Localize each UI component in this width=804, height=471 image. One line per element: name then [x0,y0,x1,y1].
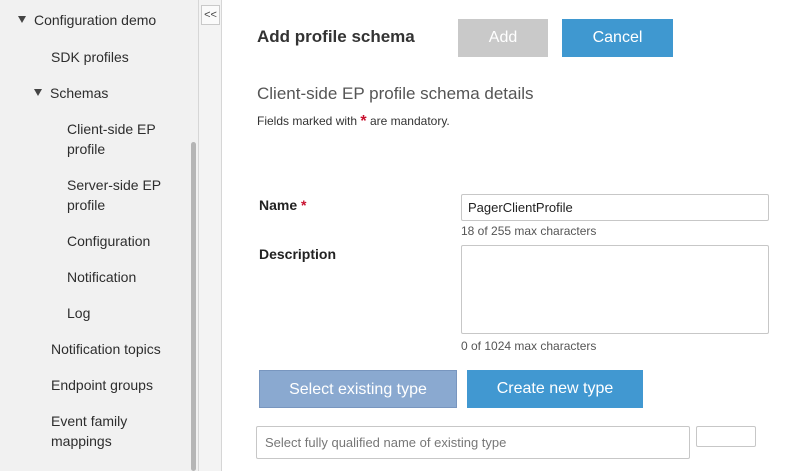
tree-item-configuration[interactable]: Configuration [67,231,150,251]
mandatory-note-prefix: Fields marked with [257,114,358,128]
select-existing-type-button[interactable]: Select existing type [259,370,457,408]
name-label: Name * [259,197,306,213]
tree-item-event-family-mappings[interactable]: Event family mappings [51,411,127,451]
tree-item-configuration-demo[interactable]: Configuration demo [18,10,156,30]
tree-item-endpoint-groups[interactable]: Endpoint groups [51,375,153,395]
tree-item-notification[interactable]: Notification [67,267,136,287]
tree-item-label: Server-side EP [67,177,162,193]
tree-item-label: Endpoint groups [51,377,153,393]
tree-item-label: Notification [67,269,137,285]
tree-item-label: Schemas [50,85,109,101]
description-char-count: 0 of 1024 max characters [461,339,597,353]
tree-item-label: Configuration demo [34,12,157,28]
mandatory-note: Fields marked with * are mandatory. [257,113,450,131]
sidebar-tree: Configuration demo SDK profiles Schemas … [0,0,189,471]
tree-item-client-side-ep-profile[interactable]: Client-side EP profile [67,119,156,159]
name-char-count: 18 of 255 max characters [461,224,597,238]
name-label-text: Name [259,197,298,213]
required-star-icon: * [301,197,307,213]
collapse-sidebar-button[interactable]: << [201,5,220,25]
tree-item-label: mappings [51,433,112,449]
version-select[interactable] [696,426,756,447]
description-label: Description [259,246,337,262]
sidebar-scrollbar-thumb[interactable] [191,142,196,471]
tree-item-notification-topics[interactable]: Notification topics [51,339,161,359]
mandatory-star-icon: * [360,113,367,130]
tree-item-schemas[interactable]: Schemas [34,83,108,103]
section-title: Client-side EP profile schema details [257,84,534,103]
tree-item-label: Event family [51,413,128,429]
existing-type-input[interactable] [256,426,690,459]
tree-item-sdk-profiles[interactable]: SDK profiles [51,47,129,67]
tree-item-label: profile [67,141,106,157]
tree-item-label: Notification topics [51,341,161,357]
expand-triangle-icon[interactable] [34,89,42,96]
description-textarea[interactable] [461,245,769,334]
tree-item-server-side-ep-profile[interactable]: Server-side EP profile [67,175,161,215]
collapse-column [199,0,222,471]
tree-item-label: Log [67,305,91,321]
expand-triangle-icon[interactable] [18,16,26,23]
page-title: Add profile schema [257,27,415,46]
tree-item-label: Configuration [67,233,151,249]
tree-item-label: SDK profiles [51,49,129,65]
name-input[interactable] [461,194,769,221]
tree-item-label: Client-side EP [67,121,156,137]
tree-item-label: profile [67,197,106,213]
add-button[interactable]: Add [458,19,548,57]
mandatory-note-suffix: are mandatory. [369,114,450,128]
cancel-button[interactable]: Cancel [562,19,673,57]
tree-item-log[interactable]: Log [67,303,90,323]
create-new-type-button[interactable]: Create new type [467,370,643,408]
